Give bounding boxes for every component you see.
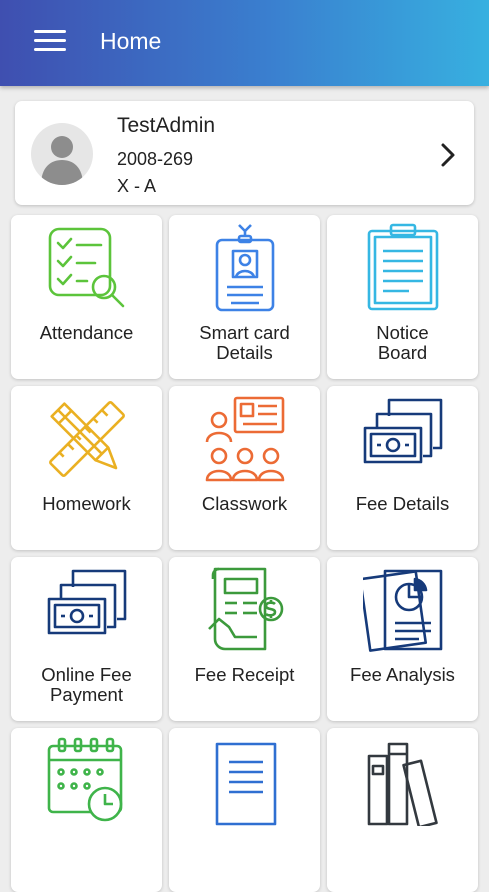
tile-label: Classwork bbox=[201, 493, 288, 514]
pencil-ruler-icon bbox=[49, 401, 125, 477]
tile-label: Homework bbox=[42, 493, 131, 514]
banknotes-icon bbox=[363, 398, 443, 464]
profile-name: TestAdmin bbox=[117, 114, 216, 137]
tile-fee-analysis[interactable]: Fee Analysis bbox=[327, 557, 478, 721]
tile-document[interactable] bbox=[169, 728, 320, 892]
tile-label: Fee Details bbox=[355, 493, 450, 514]
menu-icon[interactable] bbox=[28, 22, 72, 62]
clipboard-icon bbox=[367, 223, 439, 311]
tile-online-fee-payment[interactable]: Online Fee Payment bbox=[11, 557, 162, 721]
tile-fee-details[interactable]: Fee Details bbox=[327, 386, 478, 550]
report-chart-icon bbox=[363, 569, 443, 652]
tile-calendar[interactable] bbox=[11, 728, 162, 892]
app-bar: Home bbox=[0, 0, 489, 86]
calendar-clock-icon bbox=[47, 737, 123, 822]
tile-label: Online Fee Payment bbox=[41, 664, 132, 705]
page-title: Home bbox=[100, 28, 162, 54]
tile-label: Attendance bbox=[39, 322, 134, 343]
banknotes-icon bbox=[47, 569, 127, 635]
tile-label: Fee Analysis bbox=[350, 664, 455, 685]
tile-attendance[interactable]: Attendance bbox=[11, 215, 162, 379]
tile-notice-board[interactable]: Notice Board bbox=[327, 215, 478, 379]
tile-label: Smart card Details bbox=[199, 322, 290, 363]
classroom-icon bbox=[205, 396, 285, 482]
profile-card[interactable]: TestAdmin 2008-269 X - A bbox=[15, 101, 474, 205]
books-icon bbox=[367, 742, 438, 826]
attendance-checklist-icon bbox=[48, 227, 125, 308]
id-card-icon bbox=[215, 224, 275, 312]
profile-id: 2008-269 bbox=[117, 149, 194, 169]
tile-fee-receipt[interactable]: Fee Receipt bbox=[169, 557, 320, 721]
avatar-icon bbox=[31, 123, 93, 185]
tile-library[interactable] bbox=[327, 728, 478, 892]
tile-smart-card[interactable]: Smart card Details bbox=[169, 215, 320, 379]
tile-homework[interactable]: Homework bbox=[11, 386, 162, 550]
document-icon bbox=[215, 742, 277, 826]
chevron-right-icon[interactable] bbox=[438, 141, 458, 169]
tile-classwork[interactable]: Classwork bbox=[169, 386, 320, 550]
receipt-icon bbox=[208, 567, 284, 651]
profile-class: X - A bbox=[117, 176, 157, 196]
tile-label: Fee Receipt bbox=[194, 664, 295, 685]
tile-label: Notice Board bbox=[376, 322, 429, 363]
